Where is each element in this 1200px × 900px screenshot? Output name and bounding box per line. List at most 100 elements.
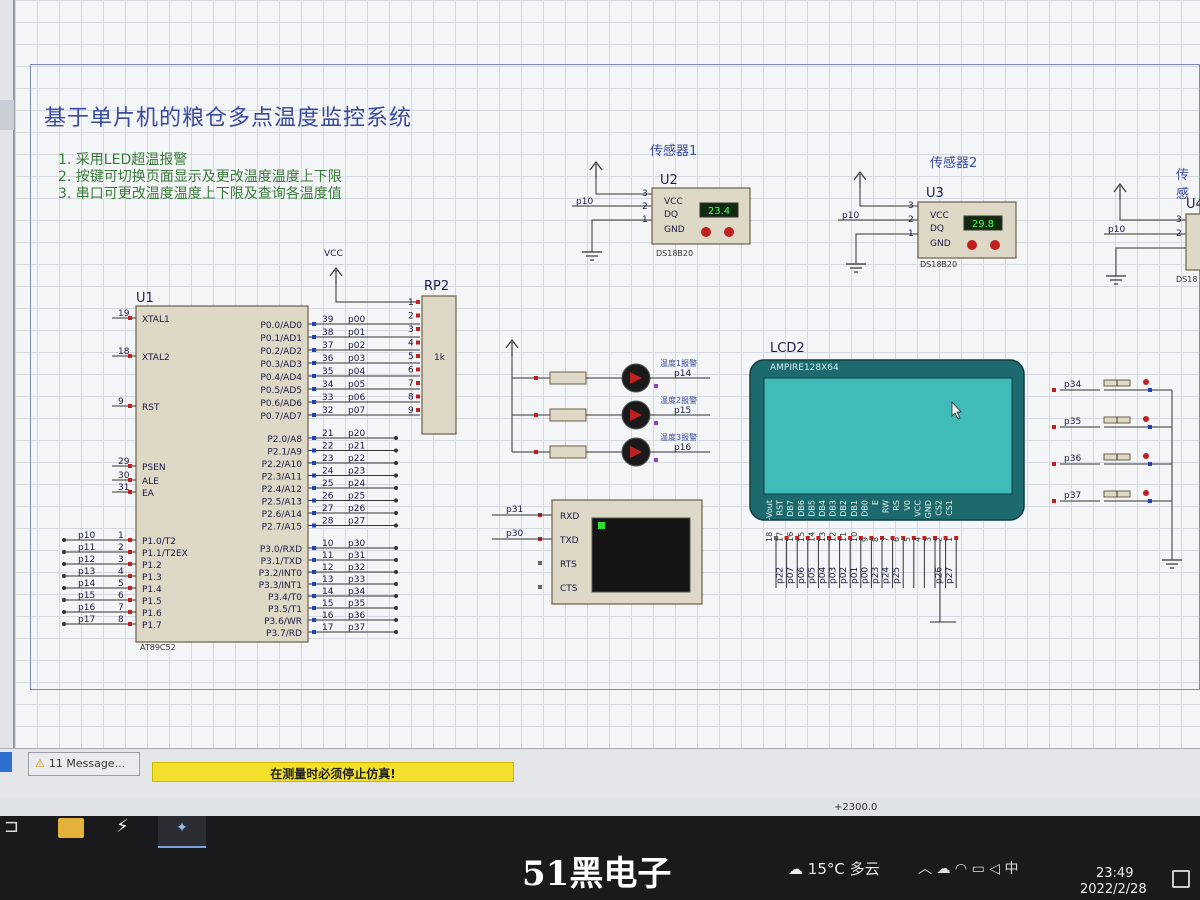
pin-marker (312, 413, 316, 417)
weather-widget[interactable]: ☁ 15°C 多云 (788, 858, 880, 879)
net-label: p23 (348, 467, 365, 477)
led-label: 温度2报警 (660, 395, 697, 405)
mcu-u1[interactable]: U1 AT89C52 19XTAL118XTAL29RST29PSEN30ALE… (62, 291, 420, 652)
pin-marker (128, 610, 132, 614)
pin-number: 8 (118, 615, 124, 625)
net-label: p22 (348, 454, 365, 464)
pin-marker (416, 381, 420, 385)
pin-label: P0.4/AD4 (260, 373, 302, 383)
pin-label: XTAL2 (142, 353, 170, 363)
pin-marker (128, 404, 132, 408)
messages-tab[interactable]: ⚠ 11 Message... (28, 752, 140, 776)
play-button[interactable] (0, 752, 12, 772)
pin-label: P1.0/T2 (142, 537, 176, 547)
pin-marker (128, 354, 132, 358)
pin-label: P2.0/A8 (267, 435, 302, 445)
vcc-label: VCC (324, 249, 343, 259)
net-label: p15 (674, 406, 691, 416)
messages-label: 11 Message... (48, 757, 126, 770)
pin-label: CTS (560, 584, 578, 594)
net-label: p22 (776, 567, 786, 584)
sensor-u3[interactable]: p10 3 2 1 U3 VCC DQ GND 29.8 DS18B20 (838, 171, 1017, 273)
net-label: p33 (348, 575, 365, 585)
pin-marker (312, 618, 316, 622)
pin-label: P3.5/T1 (268, 605, 302, 615)
pin-number: 4 (408, 339, 414, 349)
schematic-drawing[interactable]: p10 3 2 1 U2 VCC DQ GND 23.4 DS18B20 p10 (0, 0, 1200, 748)
pin-marker (1052, 425, 1056, 429)
pin-number: 7 (882, 537, 891, 542)
net-label: p26 (348, 504, 365, 514)
pin-number: 2 (408, 312, 414, 322)
pin-label: VCC (930, 211, 949, 221)
pin-marker (312, 400, 316, 404)
clock-date[interactable]: 2022/2/28 (1080, 882, 1147, 897)
net-label: p06 (348, 393, 365, 403)
sensor-up-button[interactable] (990, 240, 1000, 250)
lcd-pin-label: CS1 (945, 500, 954, 516)
pin-number: 38 (322, 328, 334, 338)
pin-marker (416, 300, 420, 304)
pin-label: P2.3/A11 (262, 473, 302, 483)
button-group: p34 p35 p36 p37 (1052, 379, 1172, 503)
pin-number: 32 (322, 406, 333, 416)
lcd-ampire128x64[interactable]: LCD2 AMPIRE128X64 -Vout18RST17DB716DB615… (749, 341, 1025, 623)
sensor-down-button[interactable] (701, 227, 711, 237)
lcd-pin-label: RS (892, 500, 901, 511)
ime-indicator[interactable]: 中 (1004, 861, 1018, 877)
net-label: p00 (860, 567, 870, 584)
net-label: p03 (829, 567, 839, 584)
pin-number: 6 (408, 366, 414, 376)
wifi-icon: ◠ (954, 861, 972, 877)
mcu-model: AT89C52 (140, 643, 176, 652)
pin-marker (312, 606, 316, 610)
pin-number: 12 (829, 532, 838, 542)
sensor-down-button[interactable] (967, 240, 977, 250)
pin-marker (312, 594, 316, 598)
pin-number: 17 (322, 623, 333, 633)
system-tray[interactable]: ︿ ☁ ◠ ▭ ◁ 中 (918, 858, 1018, 878)
alarm-leds[interactable]: 温度1报警p14 温度2报警p15 温度3报警p16 (505, 339, 710, 467)
pin-label: GND (930, 239, 951, 249)
clock-time[interactable]: 23:49 (1096, 866, 1133, 881)
pin-marker (312, 461, 316, 465)
bolt-app-icon[interactable]: ⚡ (116, 816, 129, 840)
watermark: 51黑电子 (522, 854, 672, 894)
task-view-icon[interactable]: ⊐ (4, 816, 19, 840)
weather-text: 15°C 多云 (807, 860, 880, 878)
notification-icon[interactable] (1172, 870, 1190, 888)
pin-marker (128, 550, 132, 554)
pin-number: 33 (322, 393, 333, 403)
pin-number: 3 (1176, 215, 1182, 225)
vcc-pullup[interactable]: VCC (324, 249, 418, 303)
pin-marker (312, 523, 316, 528)
pin-number: 31 (118, 483, 129, 493)
net-label: p25 (348, 492, 365, 502)
pin-number: 6 (118, 591, 124, 601)
net-label: p04 (348, 367, 365, 377)
net-label: p06 (797, 567, 807, 584)
net-label: p05 (348, 380, 365, 390)
pin-number: 3 (924, 537, 933, 542)
sensor-up-button[interactable] (724, 227, 734, 237)
junction (62, 598, 66, 602)
pin-marker (128, 598, 132, 602)
pin-number: 9 (408, 406, 414, 416)
net-label: p05 (807, 567, 817, 584)
lcd-pin-label: VCC (913, 500, 922, 517)
sensor-u2[interactable]: p10 3 2 1 U2 VCC DQ GND 23.4 DS18B20 (572, 161, 751, 261)
sensor-u2-net: p10 (576, 197, 593, 207)
pin-number: 11 (839, 532, 848, 542)
push-buttons[interactable]: p34 p35 p36 p37 (1052, 379, 1183, 569)
net-label: p03 (348, 354, 365, 364)
net-label: p34 (348, 587, 365, 597)
sensor-u4-model: DS18 (1176, 275, 1197, 284)
pin-marker (538, 585, 542, 589)
pin-label: P3.7/RD (266, 629, 302, 639)
pin-label: P1.1/T2EX (142, 549, 188, 559)
pin-marker (312, 473, 316, 478)
virtual-terminal[interactable]: RXD TXD RTS CTS p31 p30 (492, 499, 703, 605)
file-explorer-icon[interactable] (58, 818, 84, 838)
proteus-app-icon[interactable]: ✦ (158, 816, 206, 848)
sensor-u4[interactable]: p10 3 2 U4 DS18 (1104, 183, 1200, 285)
